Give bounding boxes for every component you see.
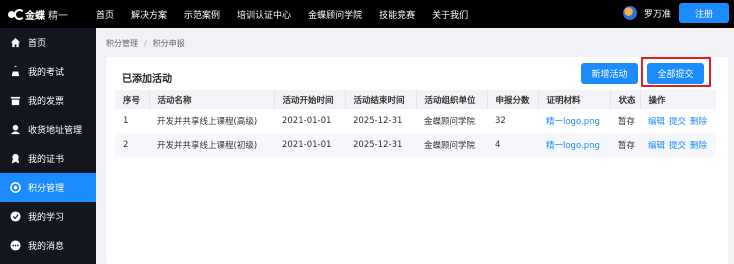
brand-logo[interactable]: 金蝶 精一 — [0, 0, 86, 28]
sidebar-item-message[interactable]: 我的消息 — [0, 231, 96, 260]
cell-name: 开发并共享线上课程(高级) — [157, 117, 258, 127]
cell-name: 开发并共享线上课程(初级) — [149, 133, 274, 157]
invoice-icon — [10, 95, 21, 106]
sidebar-item-label: 我的发票 — [28, 97, 65, 107]
main-nav: 首页 解决方案 示范案例 培训认证中心 金蝶顾问学院 技能竞赛 关于我们 — [96, 0, 485, 28]
col-header-status: 状态 — [610, 90, 641, 109]
cell-ops: 编辑 提交 删除 — [640, 133, 716, 157]
edit-link[interactable]: 编辑 — [648, 117, 665, 127]
points-icon — [10, 182, 21, 193]
cell-start: 2021-01-01 — [282, 116, 332, 126]
cell-ops: 编辑 提交 删除 — [640, 109, 716, 133]
nav-item-contest[interactable]: 技能竞赛 — [379, 8, 415, 21]
submit-link[interactable]: 提交 — [669, 117, 686, 127]
sidebar-item-label: 我的学习 — [28, 213, 65, 223]
sidebar-item-label: 我的消息 — [28, 242, 65, 252]
edit-link[interactable]: 编辑 — [648, 141, 665, 151]
nav-item-solutions[interactable]: 解决方案 — [131, 8, 167, 21]
file-link[interactable]: 精一logo.png — [546, 141, 600, 151]
sidebar-item-label: 积分管理 — [28, 184, 65, 194]
col-header-ops: 操作 — [640, 90, 716, 109]
table-header-row: 序号 活动名称 活动开始时间 活动结束时间 活动组织单位 申报分数 证明材料 状… — [115, 90, 716, 109]
highlight-box — [641, 57, 711, 87]
activities-table: 序号 活动名称 活动开始时间 活动结束时间 活动组织单位 申报分数 证明材料 状… — [115, 90, 716, 157]
brand-name: 金蝶 — [25, 10, 45, 22]
file-link[interactable]: 精一logo.png — [546, 117, 600, 127]
sidebar: 首页 我的考试 我的发票 收货地址管理 我的证书 积分管理 我的学习 我的消息 — [0, 28, 96, 264]
col-header-name: 活动名称 — [149, 90, 275, 109]
study-icon — [10, 211, 21, 222]
activities-card: 已添加活动 新增活动 全部提交 序号 活动名称 活动开始时间 活动结束时间 活动… — [106, 57, 728, 264]
certificate-icon — [10, 153, 21, 164]
col-header-start: 活动开始时间 — [274, 90, 346, 109]
table-row: 1 开发并共享线上课程(高级) 2021-01-01 2025-12-31 金蝶… — [115, 109, 716, 133]
sidebar-item-label: 我的考试 — [28, 68, 65, 78]
sidebar-item-certificate[interactable]: 我的证书 — [0, 144, 96, 173]
card-title: 已添加活动 — [122, 74, 172, 85]
home-icon — [10, 37, 21, 48]
sidebar-item-label: 我的证书 — [28, 155, 65, 165]
col-header-file: 证明材料 — [538, 90, 611, 109]
table-row: 2 开发并共享线上课程(初级) 2021-01-01 2025-12-31 金蝶… — [115, 133, 716, 157]
cell-start: 2021-01-01 — [274, 133, 345, 157]
nav-item-cases[interactable]: 示范案例 — [184, 8, 220, 21]
nav-item-academy[interactable]: 金蝶顾问学院 — [308, 8, 362, 21]
sidebar-item-label: 首页 — [28, 39, 47, 49]
nav-item-about[interactable]: 关于我们 — [432, 8, 468, 21]
breadcrumb-item-points[interactable]: 积分管理 — [106, 38, 138, 49]
cell-score: 32 — [495, 116, 506, 126]
user-name: 罗万准 — [644, 9, 672, 20]
cell-org: 金蝶顾问学院 — [416, 133, 487, 157]
breadcrumb-item-declare: 积分申报 — [152, 39, 185, 48]
register-button[interactable]: 注册 — [679, 3, 729, 23]
delete-link[interactable]: 删除 — [690, 117, 707, 127]
cell-score: 4 — [487, 133, 538, 157]
cell-end: 2025-12-31 — [353, 116, 403, 126]
sidebar-item-points[interactable]: 积分管理 — [0, 173, 96, 202]
delete-link[interactable]: 删除 — [690, 141, 707, 151]
sidebar-item-address[interactable]: 收货地址管理 — [0, 115, 96, 144]
col-header-score: 申报分数 — [487, 90, 539, 109]
avatar — [623, 6, 637, 20]
sidebar-item-study[interactable]: 我的学习 — [0, 202, 96, 231]
submit-link[interactable]: 提交 — [669, 141, 686, 151]
cell-file: 精一logo.png — [538, 109, 610, 133]
col-header-no: 序号 — [115, 90, 150, 109]
cell-org: 金蝶顾问学院 — [424, 117, 476, 127]
cell-end: 2025-12-31 — [345, 133, 416, 157]
address-icon — [10, 124, 21, 135]
cell-no: 2 — [115, 133, 149, 157]
sidebar-item-label: 收货地址管理 — [28, 126, 83, 136]
user-menu[interactable]: 罗万准 — [623, 6, 671, 20]
sidebar-item-home[interactable]: 首页 — [0, 28, 96, 57]
nav-item-training[interactable]: 培训认证中心 — [237, 8, 291, 21]
add-activity-button[interactable]: 新增活动 — [581, 63, 638, 84]
message-icon — [10, 240, 21, 251]
col-header-org: 活动组织单位 — [416, 90, 488, 109]
nav-item-home[interactable]: 首页 — [96, 8, 114, 21]
breadcrumb: 积分管理 / 积分申报 — [106, 38, 185, 49]
cell-status: 暂存 — [610, 133, 640, 157]
col-header-end: 活动结束时间 — [345, 90, 417, 109]
sidebar-item-exam[interactable]: 我的考试 — [0, 57, 96, 86]
kingdee-logo-icon — [8, 8, 25, 20]
cell-file: 精一logo.png — [538, 133, 610, 157]
sidebar-item-invoice[interactable]: 我的发票 — [0, 86, 96, 115]
breadcrumb-separator: / — [144, 39, 147, 48]
cell-status: 暂存 — [618, 117, 636, 127]
brand-sub: 精一 — [48, 10, 68, 22]
exam-icon — [10, 66, 21, 77]
cell-no: 1 — [123, 116, 129, 126]
